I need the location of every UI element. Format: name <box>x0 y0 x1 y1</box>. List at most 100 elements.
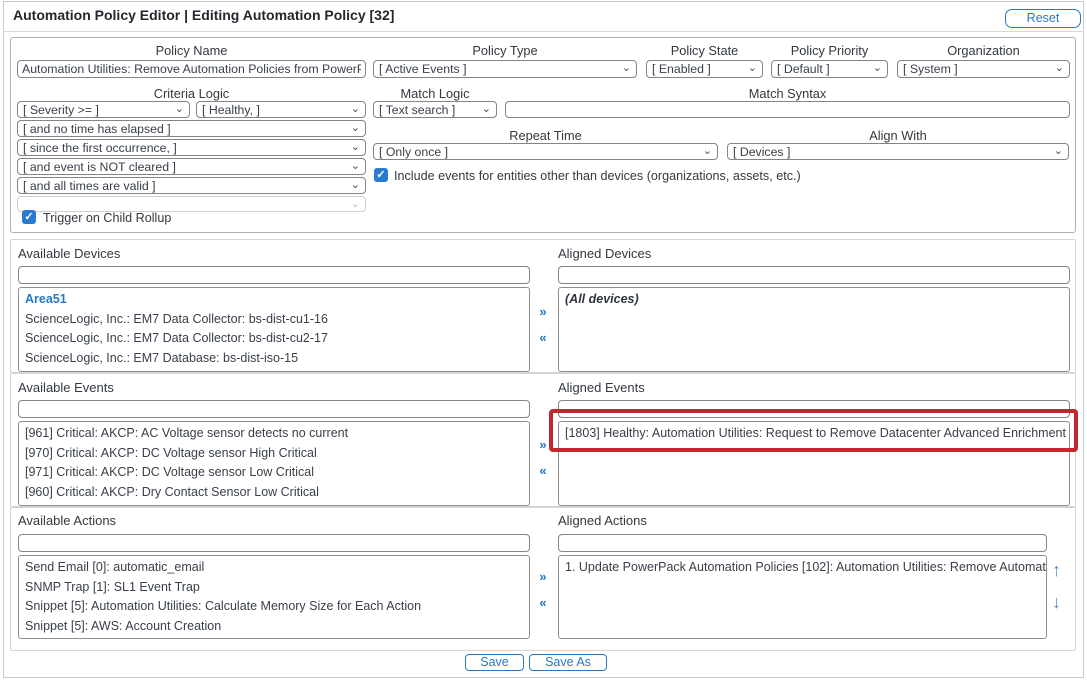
list-item[interactable]: Area51 <box>19 290 529 310</box>
available-actions-search-input[interactable] <box>18 534 530 552</box>
criteria-severity-operator-value: [ Severity >= ] <box>23 103 99 117</box>
chevron-down-icon: ⌄ <box>351 197 360 212</box>
match-logic-label: Match Logic <box>373 86 497 101</box>
double-chevron-left-icon: « <box>539 463 546 478</box>
trigger-child-rollup-label: Trigger on Child Rollup <box>43 211 171 225</box>
save-as-button[interactable]: Save As <box>529 654 607 671</box>
available-devices-label: Available Devices <box>18 246 120 261</box>
chevron-down-icon: ⌄ <box>622 61 631 76</box>
aligned-actions-list[interactable]: 1. Update PowerPack Automation Policies … <box>558 555 1047 639</box>
double-chevron-right-icon: » <box>539 437 546 452</box>
policy-name-label: Policy Name <box>17 43 366 58</box>
aligned-events-label: Aligned Events <box>558 380 645 395</box>
criteria-occurrence-value: [ since the first occurrence, ] <box>23 141 177 155</box>
list-item[interactable]: Snippet [5]: Automation Utilities: Calcu… <box>19 597 529 617</box>
policy-state-label: Policy State <box>646 43 763 58</box>
criteria-empty-select[interactable]: ⌄ <box>17 196 366 212</box>
list-item[interactable]: ScienceLogic, Inc.: EM7 Database: bs-dis… <box>19 349 529 369</box>
align-with-label: Align With <box>727 128 1069 143</box>
move-action-down-button[interactable]: ↓ <box>1052 593 1061 611</box>
double-chevron-left-icon: « <box>539 330 546 345</box>
policy-name-input[interactable] <box>17 60 366 78</box>
double-chevron-left-icon: « <box>539 595 546 610</box>
list-item[interactable]: SNMP Trap [1]: SL1 Event Trap <box>19 578 529 598</box>
arrow-up-icon: ↑ <box>1052 560 1061 580</box>
list-item[interactable]: Snippet [5]: AWS: Account Creation <box>19 617 529 637</box>
available-events-list[interactable]: [961] Critical: AKCP: AC Voltage sensor … <box>18 421 530 506</box>
policy-priority-select[interactable]: [ Default ] ⌄ <box>771 60 888 78</box>
chevron-down-icon: ⌄ <box>351 178 360 193</box>
check-icon: ✓ <box>24 211 33 223</box>
criteria-logic-label: Criteria Logic <box>17 86 366 101</box>
organization-select[interactable]: [ System ] ⌄ <box>897 60 1070 78</box>
criteria-severity-value-select[interactable]: [ Healthy, ] ⌄ <box>196 101 366 118</box>
automation-policy-editor: Automation Policy Editor | Editing Autom… <box>0 0 1087 692</box>
events-unalign-button[interactable]: « <box>536 463 550 478</box>
trigger-child-rollup-checkbox[interactable]: ✓ <box>22 210 36 224</box>
aligned-devices-list[interactable]: (All devices) <box>558 287 1070 372</box>
policy-type-select[interactable]: [ Active Events ] ⌄ <box>373 60 637 78</box>
chevron-down-icon: ⌄ <box>703 144 712 159</box>
devices-unalign-button[interactable]: « <box>536 330 550 345</box>
list-item[interactable]: Send Email [0]: automatic_email <box>19 558 529 578</box>
organization-value: [ System ] <box>903 62 958 76</box>
available-events-search-input[interactable] <box>18 400 530 418</box>
match-logic-value: [ Text search ] <box>379 103 455 117</box>
policy-state-select[interactable]: [ Enabled ] ⌄ <box>646 60 763 78</box>
aligned-devices-search-input[interactable] <box>558 266 1070 284</box>
criteria-times-valid-select[interactable]: [ and all times are valid ] ⌄ <box>17 177 366 194</box>
save-button[interactable]: Save <box>465 654 524 671</box>
match-syntax-label: Match Syntax <box>505 86 1070 101</box>
list-item[interactable]: [971] Critical: AKCP: DC Voltage sensor … <box>19 463 529 483</box>
list-item[interactable]: (All devices) <box>559 290 1069 310</box>
list-item[interactable]: SNMP: Interface: ans160 <box>19 368 529 372</box>
chevron-down-icon: ⌄ <box>748 61 757 76</box>
list-item[interactable]: ScienceLogic, Inc.: EM7 Data Collector: … <box>19 329 529 349</box>
match-logic-select[interactable]: [ Text search ] ⌄ <box>373 101 497 118</box>
reset-button[interactable]: Reset <box>1005 9 1081 28</box>
include-events-label: Include events for entities other than d… <box>394 169 801 183</box>
criteria-cleared-value: [ and event is NOT cleared ] <box>23 160 176 174</box>
chevron-down-icon: ⌄ <box>482 102 491 117</box>
include-events-checkbox[interactable]: ✓ <box>374 168 388 182</box>
criteria-severity-value: [ Healthy, ] <box>202 103 260 117</box>
align-with-value: [ Devices ] <box>733 145 790 159</box>
policy-priority-value: [ Default ] <box>777 62 830 76</box>
events-align-button[interactable]: » <box>536 437 550 452</box>
match-syntax-input[interactable] <box>505 101 1070 118</box>
aligned-actions-search-input[interactable] <box>558 534 1047 552</box>
aligned-events-search-input[interactable] <box>558 400 1070 418</box>
double-chevron-right-icon: » <box>539 569 546 584</box>
actions-unalign-button[interactable]: « <box>536 595 550 610</box>
aligned-devices-label: Aligned Devices <box>558 246 651 261</box>
available-actions-list[interactable]: Send Email [0]: automatic_emailSNMP Trap… <box>18 555 530 639</box>
policy-type-label: Policy Type <box>373 43 637 58</box>
actions-align-button[interactable]: » <box>536 569 550 584</box>
available-devices-list[interactable]: Area51ScienceLogic, Inc.: EM7 Data Colle… <box>18 287 530 372</box>
move-action-up-button[interactable]: ↑ <box>1052 561 1061 579</box>
chevron-down-icon: ⌄ <box>351 121 360 136</box>
list-item[interactable]: [966] Critical: AKCP: Smoke Detector Ale… <box>19 502 529 506</box>
repeat-time-select[interactable]: [ Only once ] ⌄ <box>373 143 718 160</box>
aligned-events-list[interactable]: [1803] Healthy: Automation Utilities: Re… <box>558 421 1070 506</box>
aligned-actions-label: Aligned Actions <box>558 513 647 528</box>
list-item[interactable]: [960] Critical: AKCP: Dry Contact Sensor… <box>19 483 529 503</box>
list-item[interactable]: [970] Critical: AKCP: DC Voltage sensor … <box>19 444 529 464</box>
available-devices-search-input[interactable] <box>18 266 530 284</box>
criteria-severity-operator-select[interactable]: [ Severity >= ] ⌄ <box>17 101 190 118</box>
criteria-occurrence-select[interactable]: [ since the first occurrence, ] ⌄ <box>17 139 366 156</box>
list-item[interactable]: ScienceLogic, Inc.: EM7 Data Collector: … <box>19 310 529 330</box>
list-item[interactable]: [961] Critical: AKCP: AC Voltage sensor … <box>19 424 529 444</box>
list-item[interactable]: 1. Update PowerPack Automation Policies … <box>559 558 1046 578</box>
criteria-times-valid-value: [ and all times are valid ] <box>23 179 156 193</box>
chevron-down-icon: ⌄ <box>175 102 184 117</box>
devices-align-button[interactable]: » <box>536 304 550 319</box>
align-with-select[interactable]: [ Devices ] ⌄ <box>727 143 1069 160</box>
available-events-label: Available Events <box>18 380 114 395</box>
list-item[interactable]: [1803] Healthy: Automation Utilities: Re… <box>559 424 1069 444</box>
page-title: Automation Policy Editor | Editing Autom… <box>13 7 394 23</box>
criteria-time-elapsed-select[interactable]: [ and no time has elapsed ] ⌄ <box>17 120 366 137</box>
criteria-cleared-select[interactable]: [ and event is NOT cleared ] ⌄ <box>17 158 366 175</box>
list-item[interactable]: Snippet [5]: AWS: Account Write-Back <box>19 636 529 639</box>
policy-type-value: [ Active Events ] <box>379 62 466 76</box>
